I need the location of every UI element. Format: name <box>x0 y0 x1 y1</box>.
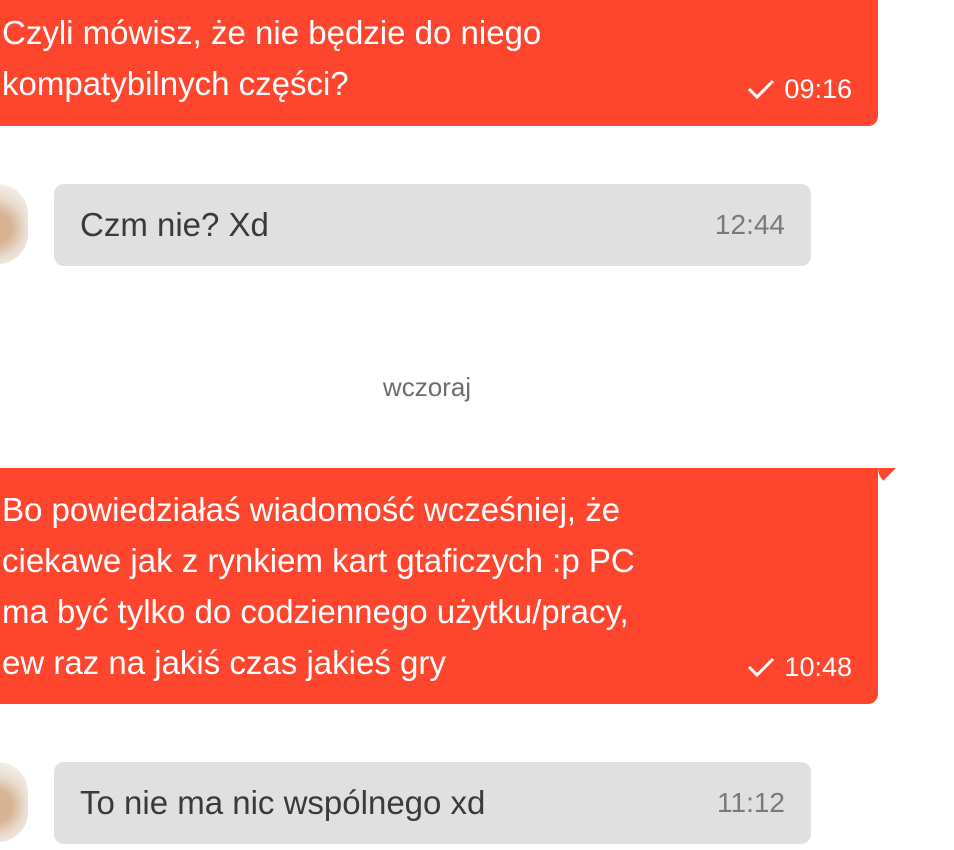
message-time: 11:12 <box>717 787 785 818</box>
incoming-message[interactable]: To nie ma nic wspólnego xd 11:12 <box>54 762 811 844</box>
message-text: Bo powiedziałaś wiadomość wcześniej, że … <box>2 491 635 681</box>
incoming-message[interactable]: Czm nie? Xd 12:44 <box>54 184 811 266</box>
outgoing-message[interactable]: Czyli mówisz, że nie będzie do niego kom… <box>0 0 878 126</box>
message-text: To nie ma nic wspólnego xd <box>80 784 486 821</box>
avatar[interactable] <box>0 762 28 842</box>
outgoing-message[interactable]: Bo powiedziałaś wiadomość wcześniej, że … <box>0 468 896 704</box>
check-icon <box>748 79 775 100</box>
message-time: 10:48 <box>784 652 852 682</box>
message-meta: 10:48 <box>746 652 852 682</box>
avatar[interactable] <box>0 184 28 264</box>
bubble-tail <box>878 468 896 486</box>
check-icon <box>748 657 775 678</box>
message-text: Czyli mówisz, że nie będzie do niego kom… <box>2 14 542 102</box>
message-time: 12:44 <box>714 209 785 240</box>
message-text: Czm nie? Xd <box>80 206 269 243</box>
date-separator: wczoraj <box>382 372 472 402</box>
message-meta: 09:16 <box>746 74 852 104</box>
message-time: 09:16 <box>784 74 852 104</box>
chat-thread: Czyli mówisz, że nie będzie do niego kom… <box>0 0 954 850</box>
